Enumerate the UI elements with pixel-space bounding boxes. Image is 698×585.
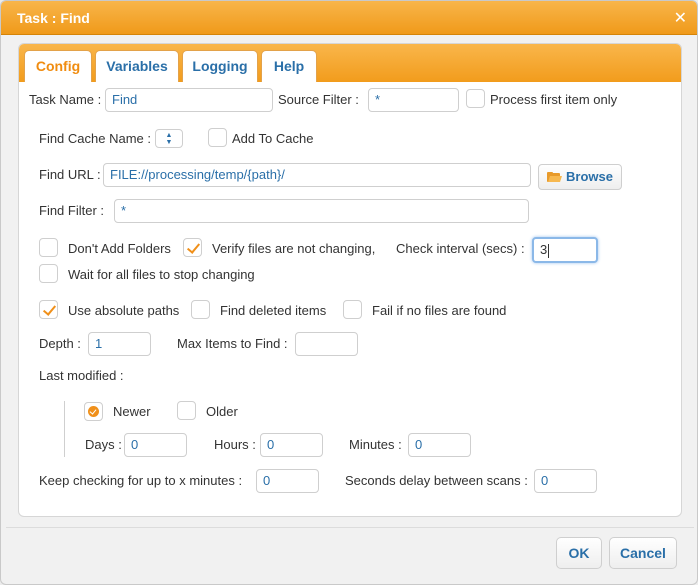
close-icon[interactable]: ✕: [674, 8, 687, 28]
tab-config[interactable]: Config: [24, 50, 92, 82]
tab-bar: Config Variables Logging Help: [19, 44, 681, 82]
spinner-up-icon: ▲: [165, 132, 173, 139]
browse-label: Browse: [566, 169, 613, 184]
older-option[interactable]: [177, 401, 196, 420]
dont-add-folders-checkbox[interactable]: [39, 238, 58, 257]
days-input[interactable]: 0: [124, 433, 187, 457]
find-cache-label: Find Cache Name :: [39, 131, 151, 146]
text-caret: [548, 243, 550, 258]
use-absolute-label: Use absolute paths: [68, 303, 180, 318]
add-to-cache-label: Add To Cache: [232, 131, 314, 146]
depth-input[interactable]: 1: [88, 332, 151, 356]
check-interval-label: Check interval (secs) :: [396, 241, 525, 256]
seconds-delay-input[interactable]: 0: [534, 469, 597, 493]
process-first-label: Process first item only: [490, 92, 618, 107]
fail-no-files-label: Fail if no files are found: [372, 303, 507, 318]
source-filter-label: Source Filter :: [278, 92, 359, 107]
newer-option[interactable]: [84, 402, 103, 421]
wait-all-files-checkbox[interactable]: [39, 264, 58, 283]
task-name-label: Task Name :: [29, 92, 102, 107]
find-filter-label: Find Filter :: [39, 203, 105, 218]
check-interval-input[interactable]: 3: [532, 237, 598, 263]
seconds-delay-label: Seconds delay between scans :: [345, 473, 528, 488]
find-url-input[interactable]: FILE://processing/temp/{path}/: [103, 163, 531, 187]
keep-checking-input[interactable]: 0: [256, 469, 319, 493]
find-deleted-label: Find deleted items: [220, 303, 327, 318]
process-first-checkbox[interactable]: [466, 89, 485, 108]
folder-open-icon: [547, 172, 562, 182]
newer-label: Newer: [113, 404, 151, 419]
task-name-input[interactable]: Find: [105, 88, 273, 112]
find-url-label: Find URL :: [39, 167, 101, 182]
check-interval-value: 3: [540, 242, 548, 257]
add-to-cache-checkbox[interactable]: [208, 128, 227, 147]
verify-files-checkbox[interactable]: [183, 238, 202, 257]
dont-add-folders-label: Don't Add Folders: [68, 241, 171, 256]
footer-divider: [6, 527, 694, 528]
find-cache-select[interactable]: ▲ ▼: [155, 129, 183, 148]
tab-logging[interactable]: Logging: [182, 50, 258, 82]
last-modified-label: Last modified :: [39, 368, 124, 383]
group-divider: [64, 401, 65, 457]
browse-button[interactable]: Browse: [538, 164, 622, 190]
max-items-label: Max Items to Find :: [177, 336, 288, 351]
depth-label: Depth :: [39, 336, 81, 351]
max-items-input[interactable]: [295, 332, 358, 356]
source-filter-input[interactable]: *: [368, 88, 459, 112]
window-title: Task : Find: [17, 10, 90, 26]
ok-button[interactable]: OK: [556, 537, 602, 569]
days-label: Days :: [85, 437, 122, 452]
use-absolute-checkbox[interactable]: [39, 300, 58, 319]
fail-no-files-checkbox[interactable]: [343, 300, 362, 319]
find-deleted-checkbox[interactable]: [191, 300, 210, 319]
task-find-dialog: Task : Find ✕ Config Variables Logging H…: [0, 0, 698, 585]
tab-help[interactable]: Help: [261, 50, 317, 82]
hours-label: Hours :: [214, 437, 256, 452]
tab-variables[interactable]: Variables: [95, 50, 179, 82]
spinner-down-icon: ▼: [165, 139, 173, 146]
older-label: Older: [206, 404, 238, 419]
title-bar: Task : Find ✕: [1, 1, 697, 35]
keep-checking-label: Keep checking for up to x minutes :: [39, 473, 243, 488]
verify-files-label: Verify files are not changing,: [212, 241, 376, 256]
hours-input[interactable]: 0: [260, 433, 323, 457]
cancel-button[interactable]: Cancel: [609, 537, 677, 569]
minutes-input[interactable]: 0: [408, 433, 471, 457]
wait-all-files-label: Wait for all files to stop changing: [68, 267, 255, 282]
minutes-label: Minutes :: [349, 437, 402, 452]
find-filter-input[interactable]: *: [114, 199, 529, 223]
